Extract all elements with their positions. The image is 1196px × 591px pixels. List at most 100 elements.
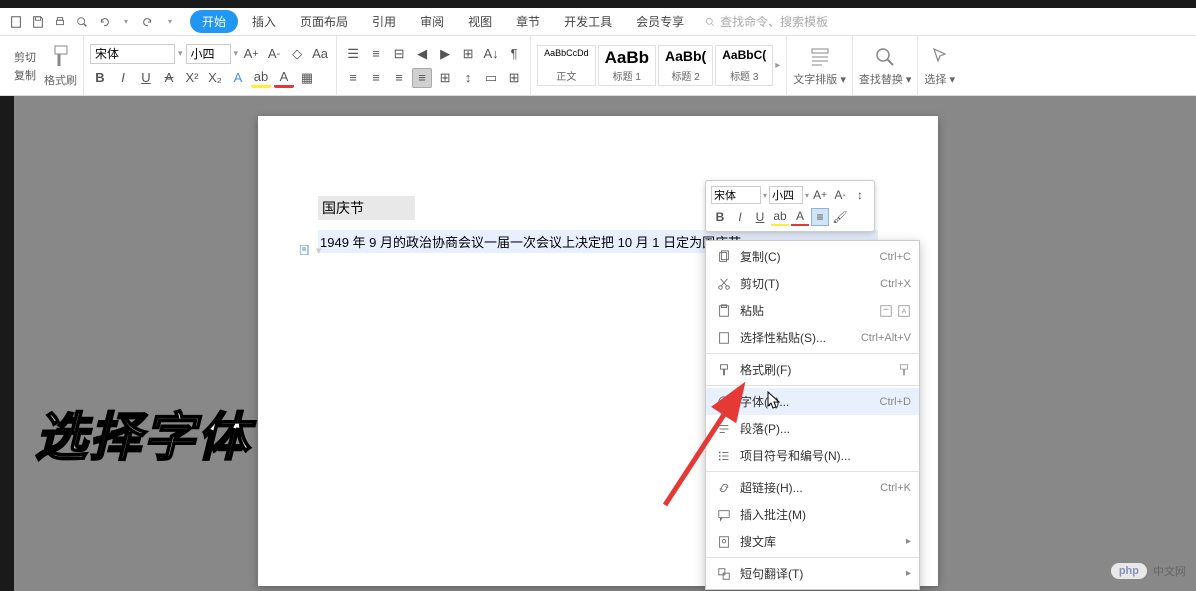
ctx-copy[interactable]: 复制(C) Ctrl+C (706, 243, 919, 270)
new-icon[interactable] (8, 14, 24, 30)
ctx-format-painter[interactable]: 格式刷(F) (706, 356, 919, 383)
mini-font-name[interactable] (711, 186, 761, 204)
copy-button[interactable]: 复制 (14, 67, 36, 83)
style-heading2[interactable]: AaBb( 标题 2 (658, 45, 713, 86)
shading-para-button[interactable]: ▭ (481, 68, 501, 88)
document-title[interactable]: 国庆节 (318, 196, 415, 220)
align-left-button[interactable]: ≡ (343, 68, 363, 88)
increase-font-icon[interactable]: A+ (241, 44, 261, 64)
decrease-indent-button[interactable]: ◀ (412, 44, 432, 64)
mini-bold[interactable]: B (711, 208, 729, 226)
align-center-button[interactable]: ≡ (366, 68, 386, 88)
paste-icon (714, 304, 734, 318)
highlight-button[interactable]: ab (251, 68, 271, 88)
multilevel-button[interactable]: ⊟ (389, 44, 409, 64)
line-spacing-button[interactable]: ↕ (458, 68, 478, 88)
tab-review[interactable]: 审阅 (410, 9, 454, 34)
mini-format-painter[interactable]: 🖌 (831, 208, 849, 226)
style-heading3[interactable]: AaBbC( 标题 3 (715, 45, 773, 86)
tab-start[interactable]: 开始 (190, 10, 238, 33)
ctx-paragraph[interactable]: 段落(P)... (706, 415, 919, 442)
ctx-search-lib[interactable]: 搜文库 ▸ (706, 528, 919, 555)
mini-highlight[interactable]: ab (771, 208, 789, 226)
clear-format-icon[interactable]: ◇ (287, 44, 307, 64)
ctx-bullets[interactable]: 项目符号和编号(N)... (706, 442, 919, 469)
mini-italic[interactable]: I (731, 208, 749, 226)
preview-icon[interactable] (74, 14, 90, 30)
borders-button[interactable]: ⊞ (504, 68, 524, 88)
tab-settings-button[interactable]: ⊞ (458, 44, 478, 64)
tab-chapter[interactable]: 章节 (506, 9, 550, 34)
redo-icon[interactable] (140, 14, 156, 30)
text-effects-button[interactable]: A (228, 68, 248, 88)
undo-icon[interactable] (96, 14, 112, 30)
mini-decrease-font[interactable]: A- (831, 186, 849, 204)
chevron-right-icon: ▸ (906, 568, 911, 579)
font-size-select[interactable] (186, 44, 231, 64)
tab-member[interactable]: 会员专享 (626, 9, 694, 34)
show-marks-button[interactable]: ¶ (504, 44, 524, 64)
menu-bar: ▾ ▾ 开始 插入 页面布局 引用 审阅 视图 章节 开发工具 会员专享 查找命… (0, 8, 1196, 36)
command-search[interactable]: 查找命令、搜索模板 (704, 13, 828, 30)
save-icon[interactable] (30, 14, 46, 30)
strike-button[interactable]: A (159, 68, 179, 88)
style-normal[interactable]: AaBbCcDd 正文 (537, 45, 596, 86)
tab-developer[interactable]: 开发工具 (554, 9, 622, 34)
mini-align[interactable]: ≡ (811, 208, 829, 226)
format-painter-icon[interactable] (49, 44, 73, 70)
bullets-button[interactable]: ☰ (343, 44, 363, 64)
style-heading1[interactable]: AaBb 标题 1 (598, 45, 656, 86)
ctx-paste[interactable]: 粘贴 A (706, 297, 919, 324)
italic-button[interactable]: I (113, 68, 133, 88)
font-color-button[interactable]: A (274, 68, 294, 88)
undo-dropdown[interactable]: ▾ (118, 14, 134, 30)
change-case-icon[interactable]: Aa (310, 44, 330, 64)
mini-toolbar: ▾ ▾ A+ A- ↕ B I U ab A ≡ 🖌 (705, 180, 875, 232)
mini-font-color[interactable]: A (791, 208, 809, 226)
link-icon (714, 481, 734, 495)
ctx-paste-special[interactable]: 选择性粘贴(S)... Ctrl+Alt+V (706, 324, 919, 351)
superscript-button[interactable]: X² (182, 68, 202, 88)
shading-button[interactable]: ▦ (297, 68, 317, 88)
paste-option2-icon[interactable]: A (897, 304, 911, 318)
decrease-font-icon[interactable]: A- (264, 44, 284, 64)
select-icon[interactable] (928, 45, 952, 69)
font-name-select[interactable] (90, 44, 175, 64)
styles-more[interactable]: ▸ (775, 60, 780, 71)
increase-indent-button[interactable]: ▶ (435, 44, 455, 64)
paste-option1-icon[interactable] (879, 304, 893, 318)
paste-special-icon (714, 331, 734, 345)
ctx-font[interactable]: T 字体(F)... Ctrl+D (706, 388, 919, 415)
tab-layout[interactable]: 页面布局 (290, 9, 358, 34)
distribute-button[interactable]: ⊞ (435, 68, 455, 88)
mini-increase-font[interactable]: A+ (811, 186, 829, 204)
underline-button[interactable]: U (136, 68, 156, 88)
redo-dropdown[interactable]: ▾ (162, 14, 178, 30)
print-icon[interactable] (52, 14, 68, 30)
mini-font-size[interactable] (769, 186, 803, 204)
collapse-icon[interactable]: ▾ (316, 244, 322, 257)
find-replace-icon[interactable] (873, 45, 897, 69)
cut-button[interactable]: 剪切 (14, 49, 36, 65)
mini-underline[interactable]: U (751, 208, 769, 226)
tab-view[interactable]: 视图 (458, 9, 502, 34)
sort-button[interactable]: A↓ (481, 44, 501, 64)
find-replace-label: 查找替换 ▾ (859, 71, 912, 87)
painter-side-icon[interactable] (897, 363, 911, 377)
text-layout-icon[interactable] (808, 45, 832, 69)
mini-line-spacing[interactable]: ↕ (851, 186, 869, 204)
subscript-button[interactable]: X₂ (205, 68, 225, 88)
align-right-button[interactable]: ≡ (389, 68, 409, 88)
ctx-translate[interactable]: 短句翻译(T) ▸ (706, 560, 919, 587)
tab-references[interactable]: 引用 (362, 9, 406, 34)
bold-button[interactable]: B (90, 68, 110, 88)
ctx-hyperlink[interactable]: 超链接(H)... Ctrl+K (706, 474, 919, 501)
paragraph-icon (714, 422, 734, 436)
tab-insert[interactable]: 插入 (242, 9, 286, 34)
translate-icon (714, 567, 734, 581)
ctx-cut[interactable]: 剪切(T) Ctrl+X (706, 270, 919, 297)
ctx-comment[interactable]: 插入批注(M) (706, 501, 919, 528)
numbering-button[interactable]: ≡ (366, 44, 386, 64)
painter-icon (714, 363, 734, 377)
align-justify-button[interactable]: ≡ (412, 68, 432, 88)
